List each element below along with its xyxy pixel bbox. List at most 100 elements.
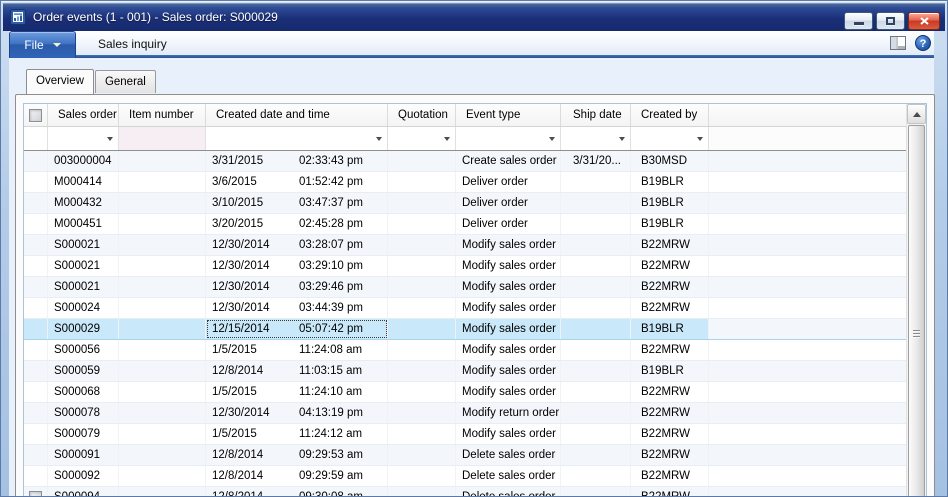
cell-filler[interactable] — [709, 214, 906, 234]
filter-dropdown-icon[interactable] — [619, 137, 625, 141]
filter-created-by[interactable] — [631, 127, 709, 150]
cell-created-date-time[interactable]: 1/5/201511:24:10 am — [206, 382, 388, 402]
cell-created-by[interactable]: B22MRW — [631, 340, 709, 360]
cell-event-type[interactable]: Deliver order — [456, 172, 561, 192]
cell-created-by[interactable]: B19BLR — [631, 361, 709, 381]
column-header-sales-order[interactable]: Sales order — [48, 104, 119, 126]
cell-created-date-time[interactable]: 3/20/201502:45:28 pm — [206, 214, 388, 234]
cell-filler[interactable] — [709, 235, 906, 255]
cell-event-type[interactable]: Delete sales order — [456, 487, 561, 497]
cell-event-type[interactable]: Modify sales order — [456, 235, 561, 255]
cell-quotation[interactable] — [388, 340, 456, 360]
cell-filler[interactable] — [709, 172, 906, 192]
select-all-cell[interactable] — [24, 104, 48, 126]
cell-sales-order[interactable]: S000068 — [48, 382, 119, 402]
cell-filler[interactable] — [709, 256, 906, 276]
select-all-checkbox[interactable] — [29, 109, 42, 122]
cell-created-by[interactable]: B22MRW — [631, 445, 709, 465]
filter-dropdown-icon[interactable] — [697, 137, 703, 141]
cell-quotation[interactable] — [388, 466, 456, 486]
cell-sales-order[interactable]: S000024 — [48, 298, 119, 318]
cell-created-date-time[interactable]: 12/30/201403:28:07 pm — [206, 235, 388, 255]
title-bar[interactable]: Order events (1 - 001) - Sales order: S0… — [3, 3, 945, 31]
table-row[interactable]: S00009412/8/201409:30:08 amDelete sales … — [24, 487, 906, 497]
cell-created-date-time[interactable]: 12/8/201409:29:59 am — [206, 466, 388, 486]
cell-created-date-time[interactable]: 12/8/201411:03:15 am — [206, 361, 388, 381]
cell-quotation[interactable] — [388, 382, 456, 402]
cell-ship-date[interactable] — [561, 214, 631, 234]
table-row[interactable]: S00002112/30/201403:28:07 pmModify sales… — [24, 235, 906, 256]
cell-item-number[interactable] — [119, 466, 206, 486]
cell-created-by[interactable]: B22MRW — [631, 235, 709, 255]
cell-created-by[interactable]: B19BLR — [631, 193, 709, 213]
row-select-cell[interactable] — [24, 445, 48, 465]
cell-item-number[interactable] — [119, 235, 206, 255]
cell-event-type[interactable]: Deliver order — [456, 193, 561, 213]
cell-quotation[interactable] — [388, 151, 456, 171]
cell-sales-order[interactable]: M000451 — [48, 214, 119, 234]
row-select-cell[interactable] — [24, 340, 48, 360]
restore-button[interactable] — [876, 12, 905, 30]
cell-quotation[interactable] — [388, 172, 456, 192]
row-select-cell[interactable] — [24, 361, 48, 381]
cell-sales-order[interactable]: S000092 — [48, 466, 119, 486]
table-row[interactable]: S00009212/8/201409:29:59 amDelete sales … — [24, 466, 906, 487]
cell-sales-order[interactable]: S000021 — [48, 256, 119, 276]
column-header-quotation[interactable]: Quotation — [388, 104, 456, 126]
cell-ship-date[interactable] — [561, 424, 631, 444]
filter-dropdown-icon[interactable] — [376, 137, 382, 141]
cell-item-number[interactable] — [119, 172, 206, 192]
table-row[interactable]: S00005912/8/201411:03:15 amModify sales … — [24, 361, 906, 382]
cell-quotation[interactable] — [388, 445, 456, 465]
filter-dropdown-icon[interactable] — [444, 137, 450, 141]
row-select-cell[interactable] — [24, 193, 48, 213]
cell-sales-order[interactable]: S000029 — [48, 319, 119, 339]
cell-sales-order[interactable]: S000094 — [48, 487, 119, 497]
row-select-cell[interactable] — [24, 382, 48, 402]
cell-created-by[interactable]: B22MRW — [631, 466, 709, 486]
table-row[interactable]: S00009112/8/201409:29:53 amDelete sales … — [24, 445, 906, 466]
table-row[interactable]: S0000561/5/201511:24:08 amModify sales o… — [24, 340, 906, 361]
cell-event-type[interactable]: Create sales order — [456, 151, 561, 171]
cell-event-type[interactable]: Modify sales order — [456, 319, 561, 339]
row-select-cell[interactable] — [24, 235, 48, 255]
cell-filler[interactable] — [709, 487, 906, 497]
cell-sales-order[interactable]: S000056 — [48, 340, 119, 360]
cell-event-type[interactable]: Modify return order — [456, 403, 561, 423]
cell-filler[interactable] — [709, 277, 906, 297]
filter-sales-order[interactable] — [48, 127, 119, 150]
cell-created-by[interactable]: B19BLR — [631, 319, 709, 339]
cell-ship-date[interactable]: 3/31/20... — [561, 151, 631, 171]
cell-sales-order[interactable]: 003000004 — [48, 151, 119, 171]
cell-sales-order[interactable]: S000021 — [48, 277, 119, 297]
cell-sales-order[interactable]: M000432 — [48, 193, 119, 213]
cell-sales-order[interactable]: S000091 — [48, 445, 119, 465]
menu-item-sales-inquiry[interactable]: Sales inquiry — [88, 33, 177, 55]
cell-event-type[interactable]: Deliver order — [456, 214, 561, 234]
cell-quotation[interactable] — [388, 256, 456, 276]
cell-ship-date[interactable] — [561, 403, 631, 423]
cell-item-number[interactable] — [119, 361, 206, 381]
cell-created-date-time[interactable]: 3/10/201503:47:37 pm — [206, 193, 388, 213]
file-menu-button[interactable]: File — [9, 31, 76, 58]
cell-created-date-time[interactable]: 3/31/201502:33:43 pm — [206, 151, 388, 171]
cell-created-date-time[interactable]: 3/6/201501:52:42 pm — [206, 172, 388, 192]
cell-created-by[interactable]: B22MRW — [631, 256, 709, 276]
cell-quotation[interactable] — [388, 424, 456, 444]
cell-ship-date[interactable] — [561, 193, 631, 213]
table-row[interactable]: M000432 3/10/201503:47:37 pm Deliver order… — [24, 193, 906, 214]
cell-filler[interactable] — [709, 466, 906, 486]
cell-quotation[interactable] — [388, 403, 456, 423]
cell-sales-order[interactable]: S000078 — [48, 403, 119, 423]
tab-overview[interactable]: Overview — [26, 69, 94, 94]
help-icon[interactable]: ? — [915, 35, 931, 51]
row-select-cell[interactable] — [24, 487, 48, 497]
cell-event-type[interactable]: Modify sales order — [456, 298, 561, 318]
cell-created-date-time[interactable]: 1/5/201511:24:12 am — [206, 424, 388, 444]
cell-created-by[interactable]: B22MRW — [631, 277, 709, 297]
cell-filler[interactable] — [709, 298, 906, 318]
cell-created-by[interactable]: B19BLR — [631, 214, 709, 234]
column-header-ship-date[interactable]: Ship date — [561, 104, 631, 126]
cell-quotation[interactable] — [388, 235, 456, 255]
minimize-button[interactable] — [844, 12, 873, 30]
